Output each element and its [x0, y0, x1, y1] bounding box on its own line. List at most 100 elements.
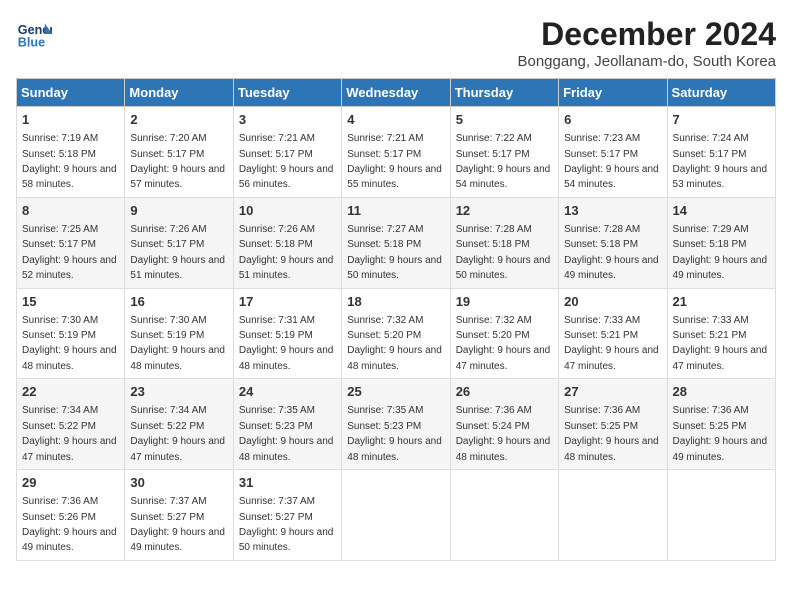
- weekday-header: Sunday: [17, 79, 125, 107]
- day-info: Sunrise: 7:23 AMSunset: 5:17 PMDaylight:…: [564, 133, 659, 190]
- day-number: 28: [673, 383, 770, 401]
- day-info: Sunrise: 7:29 AMSunset: 5:18 PMDaylight:…: [673, 224, 768, 281]
- calendar-cell: 13 Sunrise: 7:28 AMSunset: 5:18 PMDaylig…: [559, 197, 667, 288]
- day-number: 17: [239, 293, 336, 311]
- day-number: 13: [564, 202, 661, 220]
- calendar-week-row: 8 Sunrise: 7:25 AMSunset: 5:17 PMDayligh…: [17, 197, 776, 288]
- page-subtitle: Bonggang, Jeollanam-do, South Korea: [517, 53, 776, 70]
- calendar-week-row: 29 Sunrise: 7:36 AMSunset: 5:26 PMDaylig…: [17, 470, 776, 561]
- calendar-cell: 2 Sunrise: 7:20 AMSunset: 5:17 PMDayligh…: [125, 107, 233, 198]
- day-number: 10: [239, 202, 336, 220]
- day-info: Sunrise: 7:36 AMSunset: 5:25 PMDaylight:…: [564, 405, 659, 462]
- logo-icon: General Blue: [16, 16, 52, 52]
- calendar-body: 1 Sunrise: 7:19 AMSunset: 5:18 PMDayligh…: [17, 107, 776, 561]
- calendar-cell: [450, 470, 558, 561]
- day-number: 3: [239, 111, 336, 129]
- day-info: Sunrise: 7:21 AMSunset: 5:17 PMDaylight:…: [239, 133, 334, 190]
- weekday-header: Tuesday: [233, 79, 341, 107]
- calendar-header: SundayMondayTuesdayWednesdayThursdayFrid…: [17, 79, 776, 107]
- calendar-cell: 8 Sunrise: 7:25 AMSunset: 5:17 PMDayligh…: [17, 197, 125, 288]
- svg-text:Blue: Blue: [18, 36, 45, 50]
- weekday-header: Monday: [125, 79, 233, 107]
- day-info: Sunrise: 7:30 AMSunset: 5:19 PMDaylight:…: [22, 315, 117, 372]
- calendar-week-row: 15 Sunrise: 7:30 AMSunset: 5:19 PMDaylig…: [17, 288, 776, 379]
- day-number: 4: [347, 111, 444, 129]
- day-number: 24: [239, 383, 336, 401]
- title-block: December 2024 Bonggang, Jeollanam-do, So…: [517, 16, 776, 70]
- day-number: 22: [22, 383, 119, 401]
- day-info: Sunrise: 7:32 AMSunset: 5:20 PMDaylight:…: [347, 315, 442, 372]
- logo: General Blue: [16, 16, 52, 52]
- day-info: Sunrise: 7:19 AMSunset: 5:18 PMDaylight:…: [22, 133, 117, 190]
- weekday-header: Wednesday: [342, 79, 450, 107]
- calendar-cell: 24 Sunrise: 7:35 AMSunset: 5:23 PMDaylig…: [233, 379, 341, 470]
- day-number: 30: [130, 474, 227, 492]
- day-info: Sunrise: 7:25 AMSunset: 5:17 PMDaylight:…: [22, 224, 117, 281]
- day-info: Sunrise: 7:37 AMSunset: 5:27 PMDaylight:…: [239, 496, 334, 553]
- day-number: 6: [564, 111, 661, 129]
- calendar-cell: 27 Sunrise: 7:36 AMSunset: 5:25 PMDaylig…: [559, 379, 667, 470]
- calendar-cell: 30 Sunrise: 7:37 AMSunset: 5:27 PMDaylig…: [125, 470, 233, 561]
- calendar-cell: 1 Sunrise: 7:19 AMSunset: 5:18 PMDayligh…: [17, 107, 125, 198]
- day-info: Sunrise: 7:35 AMSunset: 5:23 PMDaylight:…: [239, 405, 334, 462]
- day-info: Sunrise: 7:22 AMSunset: 5:17 PMDaylight:…: [456, 133, 551, 190]
- day-info: Sunrise: 7:28 AMSunset: 5:18 PMDaylight:…: [564, 224, 659, 281]
- weekday-header: Friday: [559, 79, 667, 107]
- day-number: 21: [673, 293, 770, 311]
- day-number: 19: [456, 293, 553, 311]
- calendar-cell: 29 Sunrise: 7:36 AMSunset: 5:26 PMDaylig…: [17, 470, 125, 561]
- calendar-cell: 11 Sunrise: 7:27 AMSunset: 5:18 PMDaylig…: [342, 197, 450, 288]
- calendar-week-row: 1 Sunrise: 7:19 AMSunset: 5:18 PMDayligh…: [17, 107, 776, 198]
- calendar-cell: 14 Sunrise: 7:29 AMSunset: 5:18 PMDaylig…: [667, 197, 775, 288]
- calendar-cell: 25 Sunrise: 7:35 AMSunset: 5:23 PMDaylig…: [342, 379, 450, 470]
- day-info: Sunrise: 7:33 AMSunset: 5:21 PMDaylight:…: [564, 315, 659, 372]
- day-info: Sunrise: 7:32 AMSunset: 5:20 PMDaylight:…: [456, 315, 551, 372]
- page-title: December 2024: [517, 16, 776, 53]
- calendar-week-row: 22 Sunrise: 7:34 AMSunset: 5:22 PMDaylig…: [17, 379, 776, 470]
- calendar-table: SundayMondayTuesdayWednesdayThursdayFrid…: [16, 78, 776, 561]
- calendar-cell: 12 Sunrise: 7:28 AMSunset: 5:18 PMDaylig…: [450, 197, 558, 288]
- calendar-cell: 19 Sunrise: 7:32 AMSunset: 5:20 PMDaylig…: [450, 288, 558, 379]
- day-info: Sunrise: 7:35 AMSunset: 5:23 PMDaylight:…: [347, 405, 442, 462]
- page-header: General Blue December 2024 Bonggang, Jeo…: [16, 16, 776, 70]
- day-info: Sunrise: 7:21 AMSunset: 5:17 PMDaylight:…: [347, 133, 442, 190]
- calendar-cell: 21 Sunrise: 7:33 AMSunset: 5:21 PMDaylig…: [667, 288, 775, 379]
- day-number: 25: [347, 383, 444, 401]
- calendar-cell: 16 Sunrise: 7:30 AMSunset: 5:19 PMDaylig…: [125, 288, 233, 379]
- calendar-cell: [667, 470, 775, 561]
- day-info: Sunrise: 7:27 AMSunset: 5:18 PMDaylight:…: [347, 224, 442, 281]
- calendar-cell: [559, 470, 667, 561]
- day-number: 18: [347, 293, 444, 311]
- day-number: 14: [673, 202, 770, 220]
- weekday-header: Thursday: [450, 79, 558, 107]
- day-info: Sunrise: 7:20 AMSunset: 5:17 PMDaylight:…: [130, 133, 225, 190]
- calendar-cell: 9 Sunrise: 7:26 AMSunset: 5:17 PMDayligh…: [125, 197, 233, 288]
- day-info: Sunrise: 7:26 AMSunset: 5:18 PMDaylight:…: [239, 224, 334, 281]
- day-info: Sunrise: 7:28 AMSunset: 5:18 PMDaylight:…: [456, 224, 551, 281]
- calendar-cell: 23 Sunrise: 7:34 AMSunset: 5:22 PMDaylig…: [125, 379, 233, 470]
- day-number: 16: [130, 293, 227, 311]
- day-info: Sunrise: 7:33 AMSunset: 5:21 PMDaylight:…: [673, 315, 768, 372]
- calendar-cell: 20 Sunrise: 7:33 AMSunset: 5:21 PMDaylig…: [559, 288, 667, 379]
- day-number: 2: [130, 111, 227, 129]
- day-number: 20: [564, 293, 661, 311]
- day-number: 27: [564, 383, 661, 401]
- day-number: 15: [22, 293, 119, 311]
- calendar-cell: 15 Sunrise: 7:30 AMSunset: 5:19 PMDaylig…: [17, 288, 125, 379]
- day-info: Sunrise: 7:36 AMSunset: 5:26 PMDaylight:…: [22, 496, 117, 553]
- day-info: Sunrise: 7:37 AMSunset: 5:27 PMDaylight:…: [130, 496, 225, 553]
- calendar-cell: 10 Sunrise: 7:26 AMSunset: 5:18 PMDaylig…: [233, 197, 341, 288]
- calendar-cell: 22 Sunrise: 7:34 AMSunset: 5:22 PMDaylig…: [17, 379, 125, 470]
- day-info: Sunrise: 7:34 AMSunset: 5:22 PMDaylight:…: [22, 405, 117, 462]
- calendar-cell: 18 Sunrise: 7:32 AMSunset: 5:20 PMDaylig…: [342, 288, 450, 379]
- calendar-cell: [342, 470, 450, 561]
- calendar-cell: 17 Sunrise: 7:31 AMSunset: 5:19 PMDaylig…: [233, 288, 341, 379]
- day-info: Sunrise: 7:26 AMSunset: 5:17 PMDaylight:…: [130, 224, 225, 281]
- day-number: 11: [347, 202, 444, 220]
- calendar-cell: 26 Sunrise: 7:36 AMSunset: 5:24 PMDaylig…: [450, 379, 558, 470]
- day-info: Sunrise: 7:24 AMSunset: 5:17 PMDaylight:…: [673, 133, 768, 190]
- calendar-cell: 31 Sunrise: 7:37 AMSunset: 5:27 PMDaylig…: [233, 470, 341, 561]
- day-number: 8: [22, 202, 119, 220]
- calendar-cell: 6 Sunrise: 7:23 AMSunset: 5:17 PMDayligh…: [559, 107, 667, 198]
- weekday-header: Saturday: [667, 79, 775, 107]
